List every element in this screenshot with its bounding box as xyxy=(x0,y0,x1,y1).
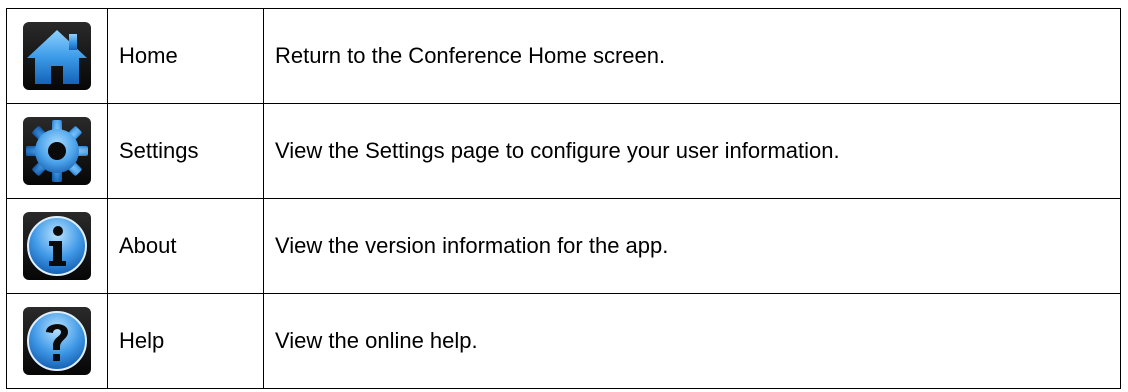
gear-icon xyxy=(23,117,91,185)
help-icon xyxy=(23,307,91,375)
row-label: Home xyxy=(107,8,264,104)
icon-cell xyxy=(6,198,108,294)
icon-reference-table: Home Return to the Conference Home scree… xyxy=(6,8,1121,389)
row-description: View the Settings page to configure your… xyxy=(263,103,1121,199)
row-description: View the version information for the app… xyxy=(263,198,1121,294)
icon-cell xyxy=(6,103,108,199)
table-row: Help View the online help. xyxy=(6,293,1121,389)
row-description: Return to the Conference Home screen. xyxy=(263,8,1121,104)
info-icon xyxy=(23,212,91,280)
home-icon xyxy=(23,22,91,90)
table-row: Settings View the Settings page to confi… xyxy=(6,103,1121,199)
icon-cell xyxy=(6,293,108,389)
table-row: Home Return to the Conference Home scree… xyxy=(6,8,1121,104)
table-row: About View the version information for t… xyxy=(6,198,1121,294)
row-label: Help xyxy=(107,293,264,389)
row-label: About xyxy=(107,198,264,294)
row-label: Settings xyxy=(107,103,264,199)
icon-cell xyxy=(6,8,108,104)
row-description: View the online help. xyxy=(263,293,1121,389)
